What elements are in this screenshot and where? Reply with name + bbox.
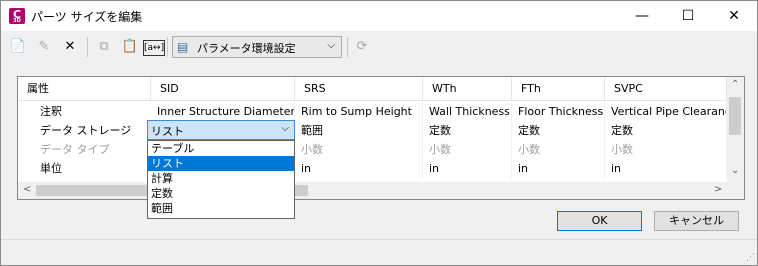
column-header-attribute[interactable]: 属性 — [18, 77, 151, 101]
table-cell[interactable]: 定数 — [423, 121, 512, 140]
scroll-up-icon[interactable]: ⌃ — [731, 79, 739, 90]
option-list[interactable]: リスト — [148, 156, 294, 171]
table-cell: 小数 — [512, 140, 605, 159]
column-header-sid[interactable]: SID — [151, 77, 295, 101]
parameter-config-icon: ▤ — [177, 40, 189, 54]
close-button[interactable]: ✕ — [711, 1, 757, 31]
table-cell[interactable]: Floor Thickness — [512, 102, 605, 121]
column-header-svpc[interactable]: SVPC — [605, 77, 727, 101]
table-cell[interactable]: 定数 — [512, 121, 605, 140]
scroll-right-icon[interactable]: > — [714, 184, 722, 195]
column-header-fth[interactable]: FTh — [512, 77, 605, 101]
table-cell[interactable]: in — [605, 159, 727, 178]
table-cell: 小数 — [423, 140, 512, 159]
row-label-unit: 単位 — [40, 162, 62, 175]
option-calculation[interactable]: 計算 — [148, 171, 294, 186]
toolbar: 📄 ✎ ✕ ⧉ 📋 [a↔] ▤ パラメータ環境設定 ⌵ ⟳ — [1, 31, 757, 63]
chevron-down-icon: ⌵ — [327, 40, 335, 51]
refresh-icon[interactable]: ⟳ — [351, 36, 373, 58]
table-cell[interactable]: Vertical Pipe Clearance — [605, 102, 727, 121]
table-cell[interactable]: 定数 — [605, 121, 727, 140]
edit-icon[interactable]: ✎ — [33, 36, 55, 58]
data-storage-options: テーブル リスト 計算 定数 範囲 — [147, 140, 295, 219]
rename-icon[interactable]: [a↔] — [143, 40, 165, 56]
resize-grip-icon[interactable]: ⋰ — [746, 253, 755, 263]
table-cell[interactable]: 範囲 — [295, 121, 423, 140]
table-cell[interactable]: Wall Thickness — [423, 102, 512, 121]
paste-icon[interactable]: 📋 — [119, 36, 141, 58]
scroll-left-icon[interactable]: < — [23, 184, 31, 195]
status-bar-divider — [1, 239, 757, 240]
row-label-data-type: データ タイプ — [40, 143, 110, 156]
parameter-config-combo[interactable]: ▤ パラメータ環境設定 ⌵ — [172, 36, 342, 58]
row-label-comment: 注釈 — [40, 105, 62, 118]
option-table[interactable]: テーブル — [148, 141, 294, 156]
parameter-config-label: パラメータ環境設定 — [197, 42, 296, 55]
title-bar: C 3D パーツ サイズを編集 — ☐ ✕ — [1, 1, 757, 31]
column-header-srs[interactable]: SRS — [295, 77, 423, 101]
option-constant[interactable]: 定数 — [148, 186, 294, 201]
scroll-down-icon[interactable]: ⌄ — [731, 165, 739, 176]
edit-part-sizes-window: C 3D パーツ サイズを編集 — ☐ ✕ 📄 ✎ ✕ ⧉ 📋 [a↔] ▤ パラ… — [0, 0, 758, 266]
data-storage-value: リスト — [151, 125, 184, 138]
property-grid: 属性 SID SRS WTh FTh SVPC 注釈 Inner Structu… — [17, 76, 745, 200]
app-icon: C 3D — [9, 8, 25, 24]
new-size-icon[interactable]: 📄 — [7, 36, 29, 58]
table-cell: 小数 — [295, 140, 423, 159]
row-label-data-storage: データ ストレージ — [40, 124, 132, 137]
table-cell[interactable]: in — [295, 159, 423, 178]
chevron-down-icon: ⌵ — [281, 123, 289, 134]
cancel-button[interactable]: キャンセル — [654, 211, 739, 231]
table-cell[interactable]: in — [512, 159, 605, 178]
column-header-wth[interactable]: WTh — [423, 77, 512, 101]
table-cell: 小数 — [605, 140, 727, 159]
data-storage-select[interactable]: リスト ⌵ — [147, 120, 295, 140]
vertical-scrollbar[interactable]: ⌃ ⌄ — [727, 77, 744, 182]
option-range[interactable]: 範囲 — [148, 201, 294, 216]
table-cell[interactable]: Rim to Sump Height — [295, 102, 423, 121]
toolbar-separator — [347, 37, 348, 57]
minimize-button[interactable]: — — [619, 1, 665, 31]
toolbar-separator — [87, 37, 88, 57]
maximize-button[interactable]: ☐ — [665, 1, 711, 31]
vertical-scroll-thumb[interactable] — [729, 97, 741, 135]
table-cell[interactable]: in — [423, 159, 512, 178]
delete-icon[interactable]: ✕ — [59, 36, 81, 58]
horizontal-scrollbar[interactable]: < > — [18, 182, 744, 199]
copy-icon[interactable]: ⧉ — [93, 36, 115, 58]
toolbar-separator — [167, 37, 168, 57]
window-title: パーツ サイズを編集 — [31, 10, 143, 24]
ok-button[interactable]: OK — [557, 211, 642, 231]
table-cell[interactable]: Inner Structure Diameter — [151, 102, 295, 121]
